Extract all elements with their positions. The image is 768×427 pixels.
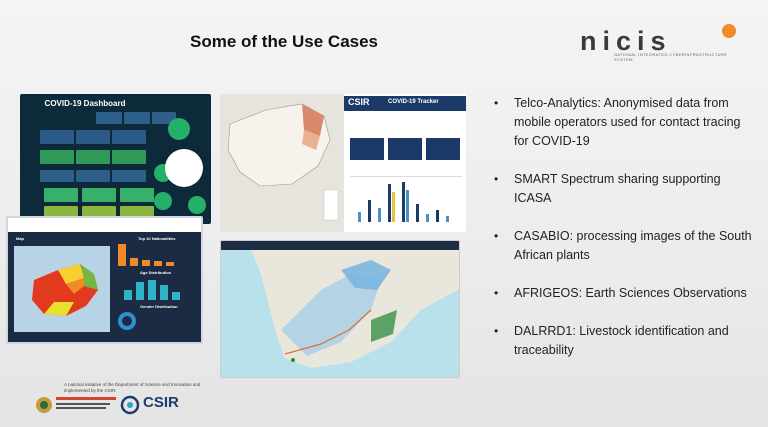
dash-stat-tile xyxy=(76,150,110,164)
use-case-item: DALRRD1: Livestock identification and tr… xyxy=(494,322,756,360)
use-case-item: Telco-Analytics: Anonymised data from mo… xyxy=(494,94,756,151)
tracker-map xyxy=(220,94,344,232)
covid-tracker-image: CSIR COVID-19 Tracker xyxy=(220,94,466,232)
map-panel-label: Map xyxy=(16,236,24,241)
province-map xyxy=(14,246,110,332)
map-dashboard-image: Map Top 10 Nationalities Age Distributio… xyxy=(6,216,203,344)
dash-round-icon xyxy=(154,192,172,210)
chart-bar xyxy=(130,258,138,266)
use-case-item: CASABIO: processing images of the South … xyxy=(494,227,756,265)
tracker-kpi-tile xyxy=(426,138,460,160)
chart-bar xyxy=(388,184,391,222)
chart-bar xyxy=(172,292,180,300)
logo-accent-dot xyxy=(722,24,736,38)
age-bar-chart xyxy=(116,276,196,300)
gender-panel-label: Gender Distribution xyxy=(140,304,178,309)
csir-logo-text: CSIR xyxy=(143,394,179,411)
health-emblem xyxy=(165,149,203,187)
chart-bar xyxy=(406,190,409,222)
dash-stat-tile xyxy=(76,170,110,182)
chart-bar xyxy=(148,280,156,300)
dash-stat-tile xyxy=(112,150,146,164)
dash-round-icon xyxy=(168,118,190,140)
dashboard-header-bar xyxy=(8,218,201,232)
tracker-bar-chart xyxy=(350,176,462,222)
chart-bar xyxy=(402,182,405,222)
nationalities-panel-label: Top 10 Nationalities xyxy=(138,236,176,241)
dashboard-title: COVID-19 Dashboard xyxy=(44,99,126,108)
dash-stat-tile xyxy=(40,130,74,144)
nicis-logo: nicis NATIONAL INTEGRATED CYBERINFRASTRU… xyxy=(580,22,740,66)
covid-dashboard-image: COVID-19 Dashboard xyxy=(20,94,211,224)
dash-stat-tile xyxy=(124,112,150,124)
slide-title: Some of the Use Cases xyxy=(190,32,379,51)
nicis-subtitle: NATIONAL INTEGRATED CYBERINFRASTRUCTURE … xyxy=(614,52,728,62)
chart-bar xyxy=(368,200,371,222)
dash-stat-tile xyxy=(44,188,78,202)
gender-donut-chart xyxy=(118,312,136,330)
chart-bar xyxy=(436,210,439,222)
south-africa-map xyxy=(221,250,459,377)
dash-stat-tile xyxy=(112,130,146,144)
age-panel-label: Age Distribution xyxy=(140,270,172,275)
spectrum-map-image xyxy=(220,240,460,378)
dash-stat-tile xyxy=(76,130,110,144)
chart-bar xyxy=(136,282,144,300)
chart-bar xyxy=(160,285,168,300)
chart-bar xyxy=(416,204,419,222)
chart-bar xyxy=(426,214,429,222)
use-case-item: SMART Spectrum sharing supporting ICASA xyxy=(494,170,756,208)
chart-bar xyxy=(142,260,150,266)
chart-bar xyxy=(154,261,162,266)
tracker-kpi-tile xyxy=(350,138,384,160)
use-case-item: AFRIGEOS: Earth Sciences Observations xyxy=(494,284,756,303)
dash-round-icon xyxy=(188,196,206,214)
nationalities-bar-chart xyxy=(116,242,196,266)
chart-bar xyxy=(446,216,449,222)
map-header-bar xyxy=(221,241,459,250)
dash-stat-tile xyxy=(40,170,74,182)
chart-bar xyxy=(358,212,361,222)
chart-bar xyxy=(166,262,174,266)
dash-stat-tile xyxy=(120,188,154,202)
chart-bar xyxy=(378,208,381,222)
tracker-title: COVID-19 Tracker xyxy=(388,99,439,105)
dash-stat-tile xyxy=(40,150,74,164)
dash-stat-tile xyxy=(96,112,122,124)
tracker-kpi-tile xyxy=(388,138,422,160)
use-case-list: Telco-Analytics: Anonymised data from mo… xyxy=(494,94,756,379)
tracker-brand: CSIR xyxy=(348,97,370,107)
dash-stat-tile xyxy=(82,188,116,202)
chart-bar xyxy=(124,290,132,300)
chart-bar xyxy=(392,192,395,222)
dash-stat-tile xyxy=(112,170,146,182)
chart-bar xyxy=(118,244,126,266)
